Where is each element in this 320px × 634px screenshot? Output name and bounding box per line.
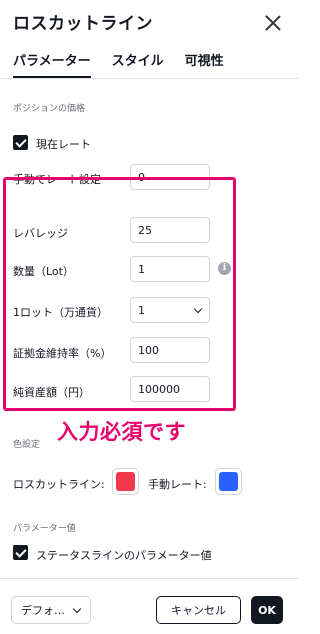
current-rate-label: 現在レート [36,138,91,151]
tab-bar: パラメーター スタイル 可視性 [13,50,245,79]
template-label: デフォ… [21,604,65,617]
tab-style[interactable]: スタイル [112,50,164,79]
section-color-settings: 色設定 [13,440,41,450]
chevron-down-icon [193,304,203,314]
cancel-button[interactable]: キャンセル [156,596,241,624]
tab-parameters[interactable]: パラメーター [13,50,91,79]
margin-rate-label: 証拠金維持率（%） [13,347,112,360]
status-line-label: ステータスラインのパラメーター値 [36,549,212,562]
losscut-line-color-fill [116,472,135,491]
info-icon[interactable]: i [218,262,231,275]
margin-rate-input[interactable]: 100 [130,337,210,363]
ok-button[interactable]: OK [251,596,283,624]
manual-rate-color-swatch[interactable] [215,468,242,495]
dialog-title: ロスカットライン [13,14,153,34]
losscut-line-color-label: ロスカットライン: [13,478,105,491]
manual-rate-color-label: 手動レート: [148,478,207,491]
close-icon[interactable] [264,14,282,32]
net-assets-label: 純資産額（円） [13,386,90,399]
lot-unit-value: 1 [138,304,145,317]
manual-rate-color-fill [219,472,238,491]
lot-unit-select[interactable]: 1 [130,297,210,323]
lot-unit-label: 1ロット（万通貨） [13,306,108,319]
template-dropdown[interactable]: デフォ… [11,596,91,624]
leverage-label: レバレッジ [13,227,68,240]
quantity-input[interactable]: 1 [130,256,210,282]
net-assets-input[interactable]: 100000 [130,376,210,402]
tab-divider [0,78,299,79]
losscut-line-color-swatch[interactable] [112,468,139,495]
tab-visibility[interactable]: 可視性 [185,50,224,79]
quantity-label: 数量（Lot） [13,265,74,278]
chevron-down-icon [72,604,82,614]
leverage-input[interactable]: 25 [130,217,210,243]
footer-divider [0,578,299,579]
required-callout: 入力必須です [57,420,186,444]
status-line-checkbox[interactable] [13,545,28,560]
section-position-price: ポジションの価格 [13,104,86,114]
current-rate-checkbox[interactable] [13,135,28,150]
section-parameter-value: パラメーター値 [13,524,76,534]
